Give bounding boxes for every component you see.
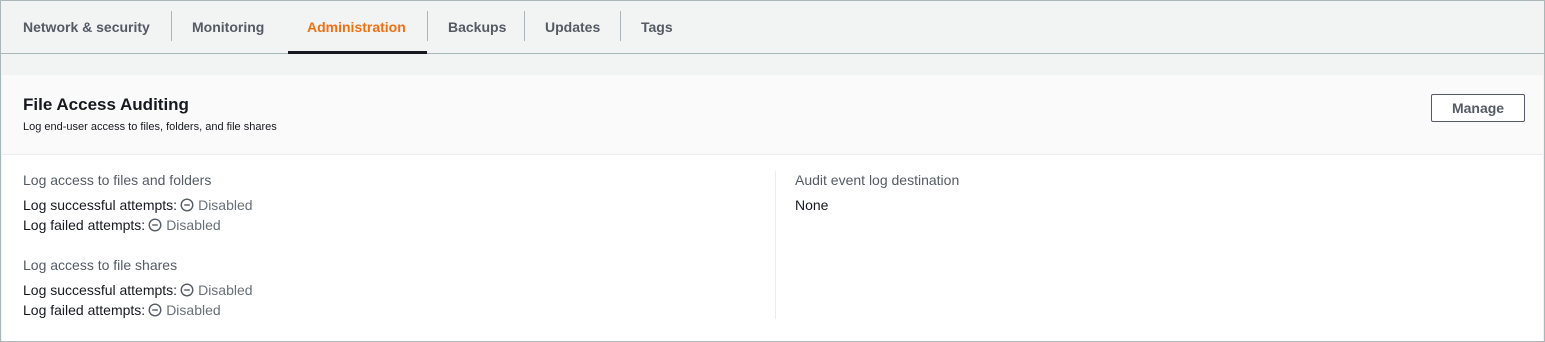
tab-monitoring[interactable]: Monitoring	[192, 1, 264, 53]
status-text: Disabled	[166, 217, 221, 233]
tab-bar: Network & security Monitoring Administra…	[1, 1, 1544, 54]
minus-circle-icon	[148, 218, 162, 232]
manage-button[interactable]: Manage	[1431, 94, 1525, 122]
files-folders-failed-row: Log failed attempts: Disabled	[23, 216, 221, 234]
tab-administration[interactable]: Administration	[307, 1, 406, 53]
minus-circle-icon	[180, 283, 194, 297]
audit-destination-value: None	[795, 197, 829, 213]
details-container: Network & security Monitoring Administra…	[0, 0, 1545, 342]
tab-updates[interactable]: Updates	[545, 1, 600, 53]
file-shares-successful-row: Log successful attempts: Disabled	[23, 281, 253, 299]
files-folders-successful-row: Log successful attempts: Disabled	[23, 196, 253, 214]
status-indicator: Disabled	[180, 197, 253, 213]
tab-separator	[620, 11, 621, 41]
file-shares-heading: Log access to file shares	[23, 257, 178, 273]
status-text: Disabled	[198, 282, 253, 298]
column-divider	[775, 171, 776, 319]
file-shares-failed-row: Log failed attempts: Disabled	[23, 301, 221, 319]
status-indicator: Disabled	[148, 217, 221, 233]
successful-attempts-label: Log successful attempts:	[23, 197, 178, 213]
minus-circle-icon	[148, 303, 162, 317]
file-access-auditing-panel: File Access Auditing Log end-user access…	[2, 75, 1543, 341]
status-indicator: Disabled	[148, 302, 221, 318]
tab-separator	[524, 11, 525, 41]
failed-attempts-label: Log failed attempts:	[23, 302, 146, 318]
status-text: Disabled	[198, 197, 253, 213]
tab-separator	[171, 11, 172, 41]
tab-backups[interactable]: Backups	[448, 1, 506, 53]
status-text: Disabled	[166, 302, 221, 318]
panel-description: Log end-user access to files, folders, a…	[23, 121, 277, 133]
minus-circle-icon	[180, 198, 194, 212]
files-folders-heading: Log access to files and folders	[23, 172, 212, 188]
audit-destination-heading: Audit event log destination	[795, 172, 960, 188]
panel-title: File Access Auditing	[23, 95, 189, 114]
status-indicator: Disabled	[180, 282, 253, 298]
failed-attempts-label: Log failed attempts:	[23, 217, 146, 233]
tab-network-security[interactable]: Network & security	[23, 1, 150, 53]
tab-separator	[427, 11, 428, 41]
panel-header: File Access Auditing Log end-user access…	[2, 75, 1543, 155]
tab-tags[interactable]: Tags	[641, 1, 673, 53]
active-tab-indicator	[288, 51, 427, 54]
successful-attempts-label: Log successful attempts:	[23, 282, 178, 298]
